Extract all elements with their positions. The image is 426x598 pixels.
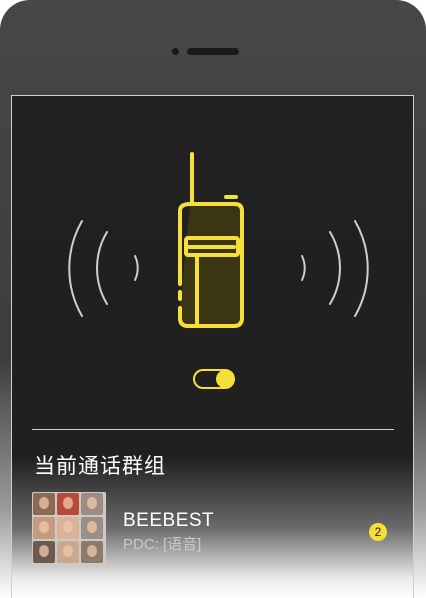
toggle-knob xyxy=(216,370,234,388)
member-avatar xyxy=(81,493,103,515)
divider xyxy=(32,429,394,430)
group-row[interactable]: BEEBEST PDC: [语音] 2 xyxy=(32,489,402,569)
member-avatar xyxy=(33,541,55,563)
ptt-toggle[interactable] xyxy=(193,369,235,389)
speaker-slot xyxy=(187,48,239,55)
unread-badge: 2 xyxy=(369,523,387,541)
member-avatar xyxy=(33,517,55,539)
member-avatar xyxy=(81,517,103,539)
member-avatar xyxy=(57,541,79,563)
signal-waves-left-icon xyxy=(68,220,139,317)
member-avatar xyxy=(57,493,79,515)
group-avatar-icon xyxy=(32,492,106,566)
phone-frame: 当前通话群组 BEEBEST PDC: [语音] 2 xyxy=(0,0,426,598)
group-name: BEEBEST xyxy=(123,510,215,531)
camera-dot xyxy=(172,48,179,55)
app-screen: 当前通话群组 BEEBEST PDC: [语音] 2 xyxy=(11,95,414,598)
member-avatar xyxy=(81,541,103,563)
walkie-talkie-icon xyxy=(68,152,369,328)
group-subtitle: PDC: [语音] xyxy=(123,536,202,553)
member-avatar xyxy=(33,493,55,515)
member-avatar xyxy=(57,517,79,539)
chevron-down-icon[interactable] xyxy=(361,474,377,484)
section-title: 当前通话群组 xyxy=(34,455,166,478)
signal-waves-right-icon xyxy=(301,220,369,317)
hero-area xyxy=(12,96,415,426)
radio-body xyxy=(178,152,244,328)
